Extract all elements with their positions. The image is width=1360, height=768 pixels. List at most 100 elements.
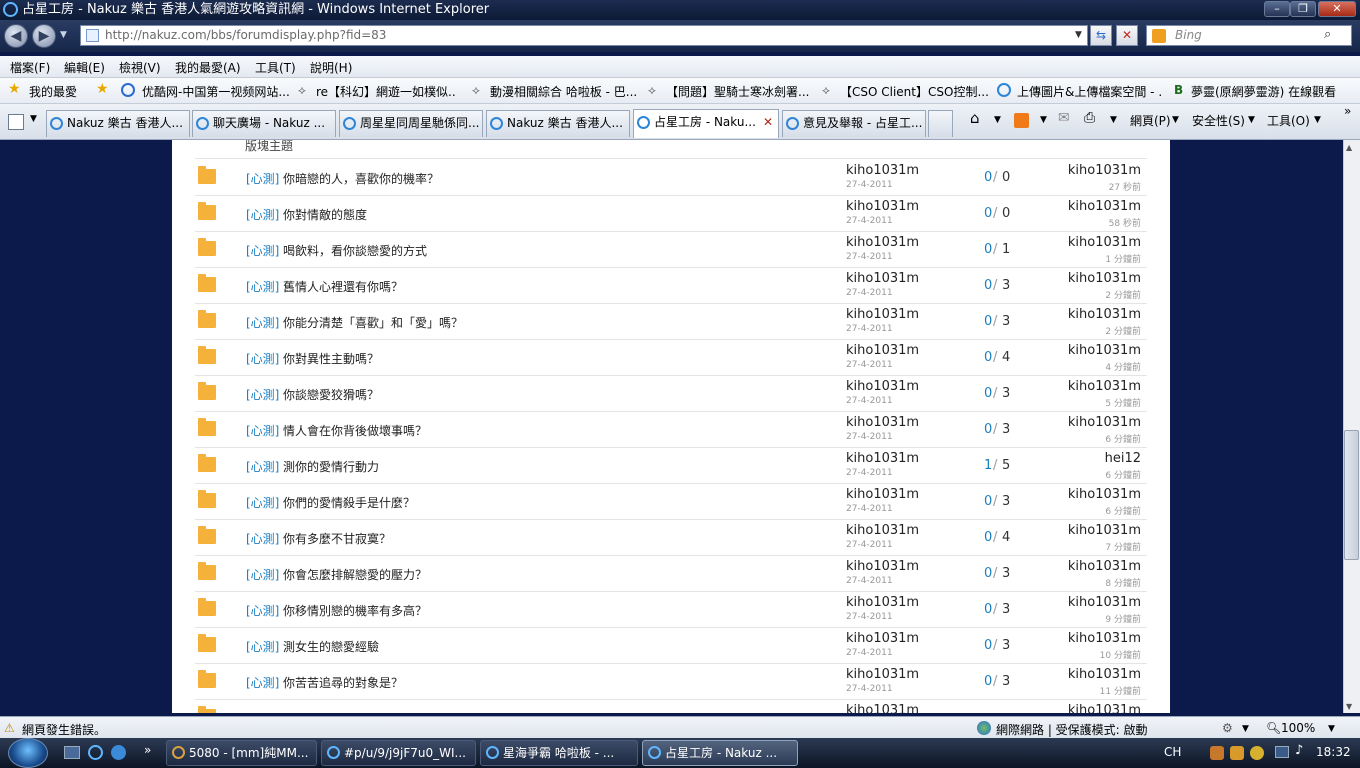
thread-row[interactable]: [心測] 喝飲料，看你談戀愛的方式 kiho1031m 27-4-2011 0/ 1 kih…: [195, 232, 1147, 268]
thread-row[interactable]: [心測] 你移情別戀的機率有多高？ kiho1031m 27-4-2011 0/ 3 kih…: [195, 592, 1147, 628]
thread-author[interactable]: kiho1031m: [846, 487, 919, 502]
last-post-author[interactable]: kiho1031m: [1068, 235, 1141, 250]
thread-row[interactable]: [心測] 情人會在你背後做壞事嗎？ kiho1031m 27-4-2011 0/ 3 kih…: [195, 412, 1147, 448]
thread-author[interactable]: kiho1031m: [846, 559, 919, 574]
network-icon[interactable]: [1275, 746, 1289, 758]
thread-prefix[interactable]: [心測]: [246, 602, 279, 619]
language-indicator[interactable]: CH: [1164, 745, 1181, 759]
tray-clock[interactable]: 18:32: [1316, 745, 1351, 759]
thread-author[interactable]: kiho1031m: [846, 163, 919, 178]
thread-row[interactable]: [心測] 你能分清楚「喜歡」和「愛」嗎？ kiho1031m 27-4-2011 0/ 3…: [195, 304, 1147, 340]
taskbar-button[interactable]: #p/u/9/j9jF7u0_WI...: [321, 740, 476, 766]
thread-title[interactable]: 你對異性主動嗎？: [283, 350, 379, 367]
last-post-author[interactable]: kiho1031m: [1068, 667, 1141, 682]
ie-quicklaunch-icon[interactable]: [88, 745, 103, 760]
thread-prefix[interactable]: [心測]: [246, 386, 279, 403]
thread-author[interactable]: kiho1031m: [846, 703, 919, 713]
last-post-author[interactable]: kiho1031m: [1068, 199, 1141, 214]
last-post-author[interactable]: kiho1031m: [1068, 307, 1141, 322]
thread-row[interactable]: [心測] 你苦苦追尋的對象是？ kiho1031m 27-4-2011 0/ 3 kiho1…: [195, 664, 1147, 700]
status-message[interactable]: 網頁發生錯誤。: [22, 721, 106, 738]
thread-prefix[interactable]: [心測]: [246, 566, 279, 583]
thread-row[interactable]: [心測] 你們的愛情殺手是什麼？ kiho1031m 27-4-2011 0/ 3 kiho…: [195, 484, 1147, 520]
taskbar-button-active[interactable]: 占星工房 - Nakuz ...: [642, 740, 798, 766]
thread-prefix[interactable]: [心測]: [246, 170, 279, 187]
last-post-author[interactable]: kiho1031m: [1068, 163, 1141, 178]
thread-title[interactable]: 你能分清楚「喜歡」和「愛」嗎？: [283, 314, 463, 331]
thread-author[interactable]: kiho1031m: [846, 343, 919, 358]
thread-row[interactable]: [心測] 你有多麼不甘寂寞？ kiho1031m 27-4-2011 0/ 4 kiho10…: [195, 520, 1147, 556]
last-post-author[interactable]: hei12: [1105, 451, 1141, 466]
thread-title[interactable]: 你苦苦追尋的對象是？: [283, 674, 403, 691]
thread-row[interactable]: [心測] 測你的愛情行動力 kiho1031m 27-4-2011 1/ 5 hei12 6 …: [195, 448, 1147, 484]
thread-title[interactable]: 你暗戀的人，喜歡你的機率？: [283, 170, 439, 187]
popup-dropdown-icon[interactable]: ▼: [1242, 724, 1249, 734]
quicklaunch-app-icon[interactable]: [111, 745, 126, 760]
scroll-up-icon[interactable]: ▲: [1346, 143, 1352, 152]
toolbar-overflow-icon[interactable]: »: [1344, 104, 1351, 118]
thread-row[interactable]: [心測] 舊情人心裡還有你嗎？ kiho1031m 27-4-2011 0/ 3 kiho1…: [195, 268, 1147, 304]
thread-row[interactable]: [心測] 你對情敵的態度 kiho1031m 27-4-2011 0/0 kiho1031…: [195, 196, 1147, 232]
thread-row[interactable]: [心測] 你會怎麼排解戀愛的壓力？ kiho1031m 27-4-2011 0/ 3 kih…: [195, 556, 1147, 592]
thread-prefix[interactable]: [心測]: [246, 350, 279, 367]
thread-row[interactable]: [心測] 你對異性主動嗎？ kiho1031m 27-4-2011 0/ 4 kiho103…: [195, 340, 1147, 376]
thread-row[interactable]: [心測] 你暗戀的人，喜歡你的機率？ kiho1031m 27-4-2011 0/0 ki…: [195, 160, 1147, 196]
zoom-level[interactable]: 100%: [1281, 721, 1315, 735]
thread-author[interactable]: kiho1031m: [846, 271, 919, 286]
thread-author[interactable]: kiho1031m: [846, 235, 919, 250]
last-post-author[interactable]: kiho1031m: [1068, 379, 1141, 394]
thread-title[interactable]: 你有多麼不甘寂寞？: [283, 530, 391, 547]
thread-author[interactable]: kiho1031m: [846, 667, 919, 682]
thread-title[interactable]: 你移情別戀的機率有多高？: [283, 602, 427, 619]
thread-author[interactable]: kiho1031m: [846, 595, 919, 610]
thread-prefix[interactable]: [心測]: [246, 530, 279, 547]
taskbar-button[interactable]: 5080 - [mm]純MM...: [166, 740, 317, 766]
security-zone[interactable]: 網際網路 | 受保護模式: 啟動: [996, 721, 1148, 738]
thread-title[interactable]: 測你的愛情行動力: [283, 458, 379, 475]
thread-title[interactable]: 你對情敵的態度: [283, 206, 367, 223]
thread-author[interactable]: kiho1031m: [846, 631, 919, 646]
thread-author[interactable]: kiho1031m: [846, 199, 919, 214]
thread-title[interactable]: 測女生的戀愛經驗: [283, 638, 379, 655]
scrollbar-thumb[interactable]: [1344, 430, 1359, 560]
zoom-dropdown-icon[interactable]: ▼: [1328, 724, 1335, 734]
volume-icon[interactable]: ♪: [1295, 743, 1303, 758]
last-post-author[interactable]: kiho1031m: [1068, 415, 1141, 430]
last-post-author[interactable]: kiho1031m: [1068, 595, 1141, 610]
tray-app-icon[interactable]: [1230, 746, 1244, 760]
thread-title[interactable]: 情人會在你背後做壞事嗎？: [283, 422, 427, 439]
last-post-author[interactable]: kiho1031m: [1068, 703, 1141, 713]
last-post-author[interactable]: kiho1031m: [1068, 523, 1141, 538]
quicklaunch-overflow-icon[interactable]: »: [144, 743, 151, 757]
thread-prefix[interactable]: [心測]: [246, 278, 279, 295]
thread-row[interactable]: kiho1031m kiho1031m: [195, 700, 1147, 713]
thread-author[interactable]: kiho1031m: [846, 523, 919, 538]
taskbar-button[interactable]: 星海爭霸 哈啦板 - ...: [480, 740, 638, 766]
thread-prefix[interactable]: [心測]: [246, 458, 279, 475]
thread-prefix[interactable]: [心測]: [246, 638, 279, 655]
thread-title[interactable]: 舊情人心裡還有你嗎？: [283, 278, 403, 295]
thread-prefix[interactable]: [心測]: [246, 494, 279, 511]
popup-blocker-icon[interactable]: ⚙: [1222, 721, 1233, 735]
show-desktop-icon[interactable]: [64, 746, 80, 759]
tray-app-icon[interactable]: [1250, 746, 1264, 760]
last-post-author[interactable]: kiho1031m: [1068, 487, 1141, 502]
thread-author[interactable]: kiho1031m: [846, 451, 919, 466]
thread-title[interactable]: 你會怎麼排解戀愛的壓力？: [283, 566, 427, 583]
thread-author[interactable]: kiho1031m: [846, 307, 919, 322]
thread-prefix[interactable]: [心測]: [246, 242, 279, 259]
vertical-scrollbar[interactable]: [1343, 140, 1360, 713]
thread-author[interactable]: kiho1031m: [846, 415, 919, 430]
tray-app-icon[interactable]: [1210, 746, 1224, 760]
start-button[interactable]: [8, 738, 48, 768]
scroll-down-icon[interactable]: ▼: [1346, 702, 1352, 711]
last-post-author[interactable]: kiho1031m: [1068, 343, 1141, 358]
thread-title[interactable]: 你談戀愛狡猾嗎？: [283, 386, 379, 403]
thread-prefix[interactable]: [心測]: [246, 422, 279, 439]
thread-prefix[interactable]: [心測]: [246, 314, 279, 331]
last-post-author[interactable]: kiho1031m: [1068, 559, 1141, 574]
thread-row[interactable]: [心測] 你談戀愛狡猾嗎？ kiho1031m 27-4-2011 0/ 3 kiho103…: [195, 376, 1147, 412]
thread-author[interactable]: kiho1031m: [846, 379, 919, 394]
last-post-author[interactable]: kiho1031m: [1068, 271, 1141, 286]
thread-title[interactable]: 你們的愛情殺手是什麼？: [283, 494, 415, 511]
